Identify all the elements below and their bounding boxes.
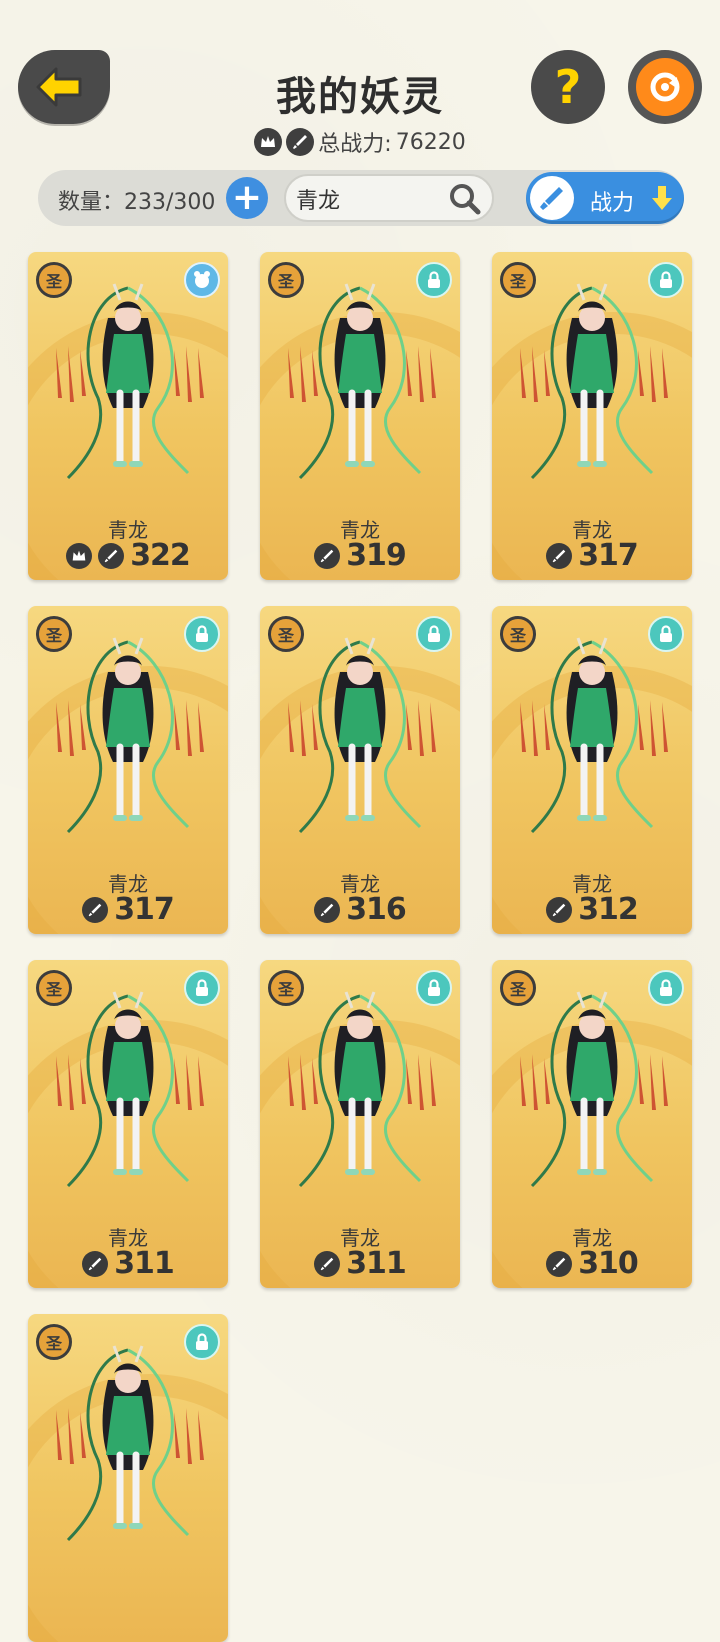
spirit-grid: 圣 青龙 322 圣 青龙 319 圣 青龙 317 圣 青龙 317 圣 青龙… xyxy=(28,252,694,1642)
sword-icon xyxy=(546,896,573,923)
spirit-card[interactable]: 圣 青龙 311 xyxy=(28,960,228,1288)
spirit-portrait xyxy=(280,986,440,1196)
total-power-value: 76220 xyxy=(395,129,466,155)
power-value: 317 xyxy=(114,892,175,927)
sword-icon xyxy=(286,128,315,156)
power-value: 322 xyxy=(130,538,191,573)
crown-icon xyxy=(66,542,93,569)
spirit-card[interactable]: 圣 青龙 317 xyxy=(28,606,228,934)
add-capacity-button[interactable]: + xyxy=(226,177,268,219)
power-value: 311 xyxy=(114,1246,175,1281)
spirit-power: 310 xyxy=(492,1246,692,1281)
question-icon: ? xyxy=(554,60,582,114)
sword-icon xyxy=(546,542,573,569)
spirit-power: 322 xyxy=(28,538,228,573)
power-value: 310 xyxy=(578,1246,639,1281)
spirit-portrait xyxy=(48,632,208,842)
spirit-portrait xyxy=(280,278,440,488)
spirit-card[interactable]: 圣 青龙 322 xyxy=(28,252,228,580)
sword-icon xyxy=(314,1250,341,1277)
spirit-power: 311 xyxy=(260,1246,460,1281)
sort-power-button[interactable]: 战力 xyxy=(526,172,684,224)
total-power: 总战力: 76220 xyxy=(0,126,720,158)
plus-icon: + xyxy=(231,177,263,218)
refresh-icon xyxy=(636,58,694,116)
spirit-power: 312 xyxy=(492,892,692,927)
spirit-power: 317 xyxy=(28,892,228,927)
spirit-card[interactable]: 圣 青龙 310 xyxy=(492,960,692,1288)
spirit-power: 317 xyxy=(492,538,692,573)
sword-icon xyxy=(82,1250,109,1277)
spirit-card[interactable]: 圣 xyxy=(28,1314,228,1642)
spirit-portrait xyxy=(512,278,672,488)
power-value: 316 xyxy=(346,892,407,927)
search-input[interactable] xyxy=(294,184,448,214)
header: 我的妖灵 ? 总战力: 76220 xyxy=(0,0,720,160)
spirit-card[interactable]: 圣 青龙 317 xyxy=(492,252,692,580)
sword-icon xyxy=(314,896,341,923)
spirit-power: 319 xyxy=(260,538,460,573)
sword-icon xyxy=(314,542,341,569)
count-label: 数量：233/300 xyxy=(58,190,216,215)
help-button[interactable]: ? xyxy=(531,50,605,124)
refresh-button[interactable] xyxy=(628,50,702,124)
crown-icon xyxy=(254,128,283,156)
search-box[interactable] xyxy=(284,174,494,222)
spirit-portrait xyxy=(48,1340,208,1550)
total-power-label: 总战力: xyxy=(318,132,392,157)
spirit-portrait xyxy=(512,986,672,1196)
sword-icon xyxy=(530,176,574,220)
sort-label: 战力 xyxy=(590,191,635,216)
spirit-portrait xyxy=(512,632,672,842)
spirit-portrait xyxy=(48,986,208,1196)
search-icon[interactable] xyxy=(448,182,482,216)
sword-icon xyxy=(98,542,125,569)
power-value: 319 xyxy=(346,538,407,573)
sword-icon xyxy=(546,1250,573,1277)
power-value: 312 xyxy=(578,892,639,927)
sort-down-arrow-icon xyxy=(652,186,672,210)
power-value: 317 xyxy=(578,538,639,573)
spirit-portrait xyxy=(48,278,208,488)
spirit-power: 311 xyxy=(28,1246,228,1281)
spirit-card[interactable]: 圣 青龙 316 xyxy=(260,606,460,934)
page-title: 我的妖灵 xyxy=(276,74,444,120)
spirit-card[interactable]: 圣 青龙 312 xyxy=(492,606,692,934)
power-value: 311 xyxy=(346,1246,407,1281)
sword-icon xyxy=(82,896,109,923)
toolbar: 数量：233/300 + 战力 xyxy=(38,170,684,226)
spirit-power: 316 xyxy=(260,892,460,927)
spirit-card[interactable]: 圣 青龙 311 xyxy=(260,960,460,1288)
spirit-card[interactable]: 圣 青龙 319 xyxy=(260,252,460,580)
spirit-portrait xyxy=(280,632,440,842)
